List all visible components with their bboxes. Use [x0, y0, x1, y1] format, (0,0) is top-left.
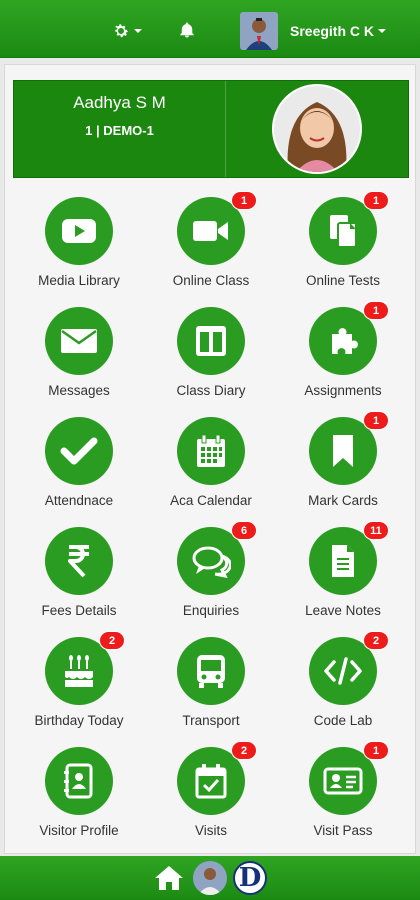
tile-label: Messages [48, 383, 110, 398]
user-avatar[interactable] [193, 861, 227, 895]
notification-badge: 6 [231, 521, 257, 540]
copy-icon [330, 215, 357, 248]
chevron-down-icon [134, 29, 142, 33]
tile-label: Assignments [304, 383, 382, 398]
tile-label: Transport [182, 713, 240, 728]
bottom-navbar: D [0, 856, 420, 900]
notification-badge: 1 [363, 301, 389, 320]
user-name: Sreegith C K [290, 23, 375, 39]
tile-label: Birthday Today [34, 713, 124, 728]
tile-label: Media Library [38, 273, 120, 288]
tile-label: Enquiries [182, 603, 240, 618]
user-avatar [240, 12, 278, 50]
tile-leave-notes[interactable]: 11 Leave Notes [277, 521, 409, 627]
user-menu[interactable]: Sreegith C K [240, 12, 387, 50]
tile-class-diary[interactable]: Class Diary [145, 307, 277, 407]
tile-fees-details[interactable]: Fees Details [13, 527, 145, 627]
tile-aca-calendar[interactable]: Aca Calendar [145, 417, 277, 517]
tile-enquiries[interactable]: 6 Enquiries [145, 521, 277, 627]
notification-badge: 1 [363, 741, 389, 760]
home-button[interactable] [153, 864, 185, 892]
app-logo[interactable]: D [233, 861, 267, 895]
tile-label: Visitor Profile [39, 823, 119, 838]
tile-messages[interactable]: Messages [13, 307, 145, 407]
notification-badge: 11 [363, 521, 389, 540]
tile-label: Class Diary [176, 383, 246, 398]
bus-icon [197, 655, 225, 688]
tile-visit-pass[interactable]: 1 Visit Pass [277, 741, 409, 847]
class-info: 1 | DEMO-1 [85, 123, 154, 138]
document-icon [332, 545, 354, 577]
notification-badge: 2 [363, 631, 389, 650]
tile-attendance[interactable]: Attendnace [13, 417, 145, 517]
tile-label: Visit Pass [313, 823, 373, 838]
rupee-icon [68, 545, 89, 578]
tile-label: Fees Details [41, 603, 117, 618]
youtube-icon [62, 219, 96, 243]
tile-label: Attendnace [44, 493, 114, 508]
top-navbar: Sreegith C K [0, 0, 420, 58]
columns-icon [196, 326, 226, 356]
envelope-icon [61, 329, 97, 353]
chevron-down-icon [378, 29, 387, 33]
code-icon [324, 657, 362, 685]
puzzle-icon [332, 328, 358, 354]
tile-transport[interactable]: Transport [145, 637, 277, 737]
video-camera-icon [193, 221, 228, 241]
tile-label: Leave Notes [305, 603, 381, 618]
calendar-icon [197, 434, 225, 467]
tile-label: Aca Calendar [170, 493, 252, 508]
tile-visits[interactable]: 2 Visits [145, 741, 277, 847]
notifications-button[interactable] [178, 20, 200, 42]
tile-label: Mark Cards [308, 493, 378, 508]
home-icon [155, 866, 183, 890]
tile-online-tests[interactable]: 1 Online Tests [277, 191, 409, 297]
notification-badge: 1 [363, 191, 389, 210]
tile-assignments[interactable]: 1 Assignments [277, 301, 409, 407]
notification-badge: 1 [363, 411, 389, 430]
tile-label: Online Class [172, 273, 250, 288]
tile-label: Code Lab [313, 713, 373, 728]
bell-icon [180, 22, 194, 38]
address-book-icon [64, 763, 93, 799]
settings-dropdown[interactable] [112, 20, 142, 42]
id-card-icon [323, 767, 363, 795]
bookmark-icon [333, 435, 353, 467]
tile-media-library[interactable]: Media Library [13, 197, 145, 297]
tile-code-lab[interactable]: 2 Code Lab [277, 631, 409, 737]
tile-birthday-today[interactable]: 2 Birthday Today [13, 631, 145, 737]
dashboard-card: Aadhya S M 1 | DEMO-1 Media Library 1 On… [4, 64, 416, 854]
check-icon [60, 437, 98, 465]
tile-label: Online Tests [305, 273, 381, 288]
tile-label: Visits [194, 823, 227, 838]
student-photo[interactable] [272, 84, 362, 174]
student-name: Aadhya S M [73, 93, 166, 112]
notification-badge: 1 [231, 191, 257, 210]
notification-badge: 2 [231, 741, 257, 760]
tile-visitor-profile[interactable]: Visitor Profile [13, 747, 145, 847]
notification-badge: 2 [99, 631, 125, 650]
birthday-cake-icon [65, 655, 93, 687]
tile-mark-cards[interactable]: 1 Mark Cards [277, 411, 409, 517]
student-profile-panel: Aadhya S M 1 | DEMO-1 [13, 80, 409, 178]
calendar-check-icon [195, 764, 227, 799]
tile-online-class[interactable]: 1 Online Class [145, 191, 277, 297]
comments-icon [192, 546, 231, 578]
gear-icon [115, 24, 129, 38]
